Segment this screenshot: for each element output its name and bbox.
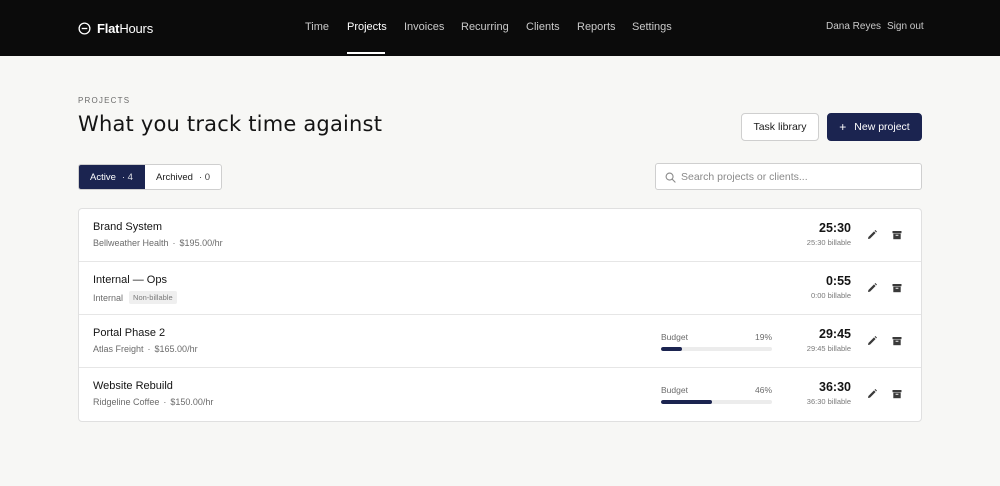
project-name[interactable]: Brand System	[93, 221, 162, 233]
project-rate: $195.00/hr	[179, 238, 223, 248]
project-hours: 29:45	[819, 327, 851, 341]
budget-percent: 46%	[754, 385, 772, 395]
archive-box-icon[interactable]	[891, 388, 903, 400]
budget-progress-fill	[661, 400, 713, 404]
nav-item-settings[interactable]: Settings	[632, 21, 672, 33]
project-billable-hours: 36:30 billable	[806, 397, 851, 406]
project-meta: Ridgeline Coffee · $150.00/hr	[93, 397, 213, 407]
search-input[interactable]	[681, 165, 917, 188]
project-client: Ridgeline Coffee	[93, 397, 160, 407]
project-client: Internal	[93, 292, 124, 303]
status-tabs: Active · 4 Archived · 0	[78, 164, 222, 190]
project-meta: Atlas Freight · $165.00/hr	[93, 344, 198, 354]
budget-percent: 19%	[754, 332, 772, 342]
project-row[interactable]: Website Rebuild Ridgeline Coffee · $150.00/…	[79, 368, 921, 421]
pencil-icon[interactable]	[866, 388, 878, 400]
budget-progress-bar	[661, 347, 772, 351]
page-title: What you track time against	[78, 112, 383, 136]
nav-item-invoices[interactable]: Invoices	[404, 21, 444, 33]
nav-item-time[interactable]: Time	[305, 21, 329, 33]
nav-item-recurring[interactable]: Recurring	[461, 21, 509, 33]
meta-separator: ·	[147, 344, 151, 354]
project-row[interactable]: Portal Phase 2 Atlas Freight · $165.00/hr Bu…	[79, 315, 921, 368]
project-billable-hours: 0:00 billable	[810, 291, 851, 300]
tab-active[interactable]: Active · 4	[79, 165, 145, 189]
new-project-button[interactable]: + New project	[827, 113, 922, 141]
project-name[interactable]: Portal Phase 2	[93, 327, 165, 339]
archive-box-icon[interactable]	[891, 229, 903, 241]
search-icon	[665, 172, 676, 183]
project-billable-hours: 29:45 billable	[806, 344, 851, 353]
project-rate: $165.00/hr	[154, 344, 198, 354]
tab-archived-count: · 0	[198, 171, 211, 183]
archive-box-icon[interactable]	[891, 335, 903, 347]
tab-archived[interactable]: Archived · 0	[145, 165, 221, 189]
project-hours: 25:30	[819, 221, 851, 235]
project-billable-hours: 25:30 billable	[806, 238, 851, 247]
task-library-button[interactable]: Task library	[741, 113, 819, 141]
tab-active-label: Active	[90, 171, 116, 183]
budget-progress-fill	[661, 347, 683, 351]
archive-box-icon[interactable]	[891, 282, 903, 294]
task-library-label: Task library	[753, 121, 807, 133]
non-billable-badge: Non-billable	[129, 291, 177, 304]
project-hours: 36:30	[819, 380, 851, 394]
project-meta: Bellweather Health · $195.00/hr	[93, 238, 223, 248]
budget-label: Budget	[661, 332, 688, 342]
active-nav-indicator	[347, 52, 385, 54]
pencil-icon[interactable]	[866, 229, 878, 241]
project-meta: Internal Non-billable	[93, 291, 177, 304]
project-row[interactable]: Brand System Bellweather Health · $195.00/h…	[79, 209, 921, 262]
project-name[interactable]: Internal — Ops	[93, 274, 167, 286]
plus-icon: +	[839, 120, 847, 134]
nav-item-projects[interactable]: Projects	[347, 21, 387, 33]
new-project-label: New project	[854, 121, 910, 133]
sign-out-link[interactable]: Sign out	[887, 21, 924, 32]
project-list: Brand System Bellweather Health · $195.00/h…	[78, 208, 922, 422]
meta-separator: ·	[172, 238, 176, 248]
nav-item-clients[interactable]: Clients	[526, 21, 560, 33]
user-name[interactable]: Dana Reyes	[826, 21, 881, 32]
tab-active-count: · 4	[121, 171, 133, 183]
project-client: Bellweather Health	[93, 238, 169, 248]
page-eyebrow: PROJECTS	[78, 96, 131, 105]
project-client: Atlas Freight	[93, 344, 144, 354]
tab-archived-label: Archived	[156, 171, 193, 183]
search-box	[655, 163, 922, 190]
budget-progress-bar	[661, 400, 772, 404]
project-row[interactable]: Internal — Ops Internal Non-billable 0:55 0:…	[79, 262, 921, 315]
project-hours: 0:55	[825, 274, 851, 288]
meta-separator: ·	[163, 397, 167, 407]
budget-label: Budget	[661, 385, 688, 395]
pencil-icon[interactable]	[866, 282, 878, 294]
top-nav-bar: FlatHours Time Projects Invoices Recurri…	[0, 0, 1000, 56]
nav-item-reports[interactable]: Reports	[577, 21, 616, 33]
pencil-icon[interactable]	[866, 335, 878, 347]
project-name[interactable]: Website Rebuild	[93, 380, 173, 392]
project-rate: $150.00/hr	[170, 397, 214, 407]
